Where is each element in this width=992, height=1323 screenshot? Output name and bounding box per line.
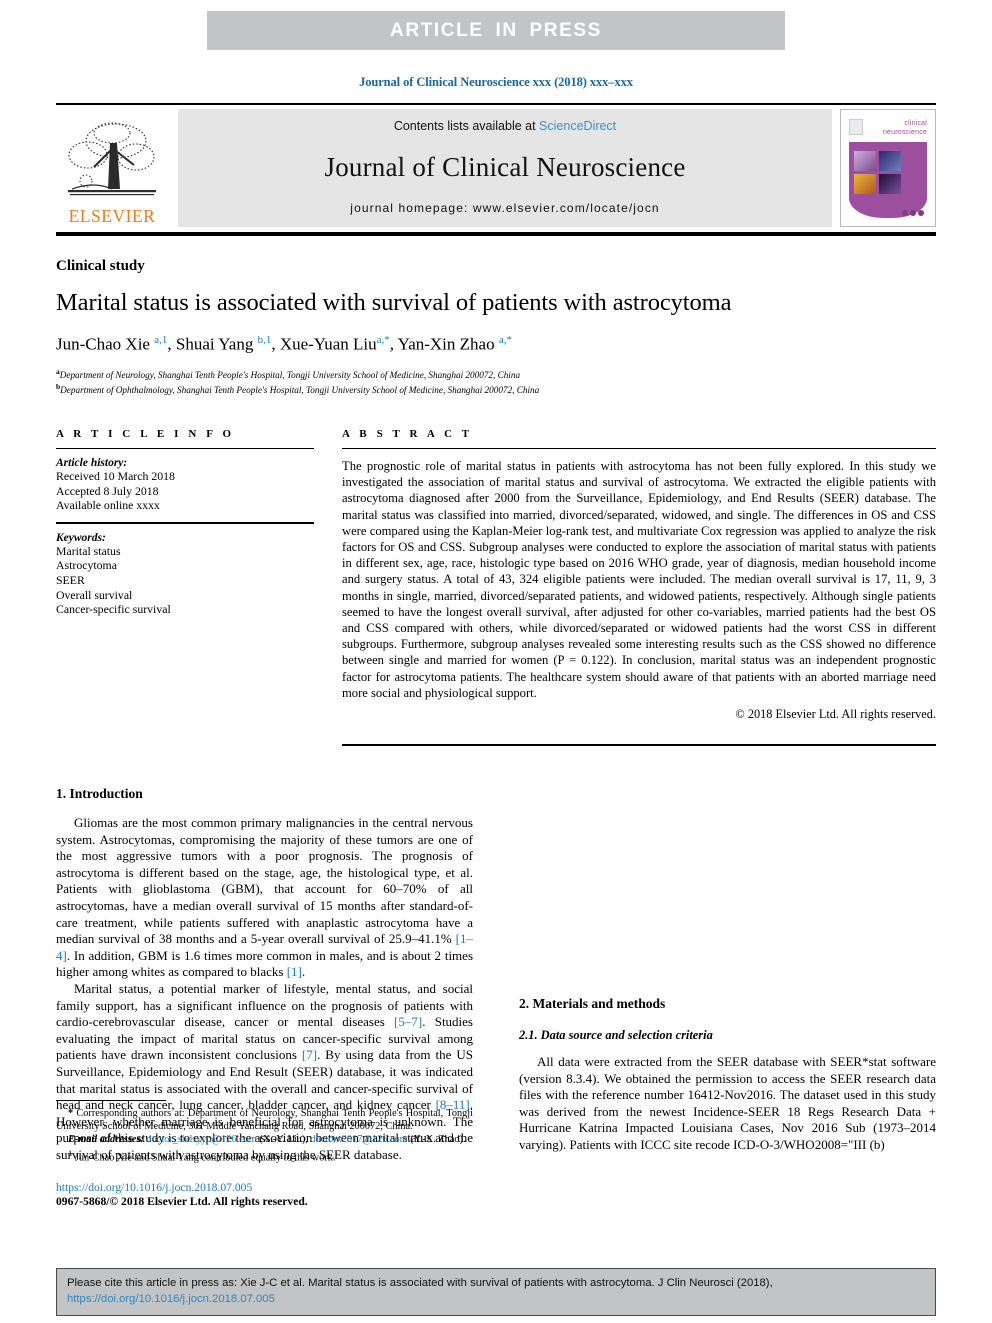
sciencedirect-link[interactable]: ScienceDirect bbox=[539, 119, 616, 133]
citation-notice-box: Please cite this article in press as: Xi… bbox=[56, 1268, 936, 1316]
article-history-label: Article history: bbox=[56, 457, 128, 469]
citation-notice-text: Please cite this article in press as: Xi… bbox=[67, 1276, 925, 1307]
journal-title: Journal of Clinical Neuroscience bbox=[324, 151, 686, 182]
section-heading-materials: 2. Materials and methods bbox=[519, 996, 666, 1011]
footnote-corresponding-authors: * Corresponding authors at: Department o… bbox=[56, 1108, 473, 1133]
abstract-rule-top bbox=[342, 448, 936, 449]
issn-copyright-line: 0967-5868/© 2018 Elsevier Ltd. All right… bbox=[56, 1195, 308, 1209]
cover-cell-1 bbox=[854, 151, 876, 171]
article-in-press-label: ARTICLE IN PRESS bbox=[390, 19, 602, 41]
contents-available-line: Contents lists available at ScienceDirec… bbox=[394, 119, 616, 133]
article-accepted-date: Accepted 8 July 2018 bbox=[56, 483, 159, 498]
masthead-center-panel: Contents lists available at ScienceDirec… bbox=[178, 109, 832, 227]
footnote-separator-rule bbox=[56, 1100, 166, 1101]
cover-title-text: clinical neuroscience bbox=[883, 120, 927, 137]
affiliation-b: bDepartment of Ophthalmology, Shanghai T… bbox=[56, 381, 936, 397]
article-info-heading: A R T I C L E I N F O bbox=[56, 428, 235, 440]
footnote-equal-contribution: 1 Jun-Chao Xie and Shuai Yang contribute… bbox=[68, 1147, 336, 1164]
abstract-rule-bottom bbox=[342, 744, 936, 747]
article-type-label: Clinical study bbox=[56, 258, 145, 274]
affiliation-b-text: Department of Ophthalmology, Shanghai Te… bbox=[60, 385, 540, 396]
doi-link[interactable]: https://doi.org/10.1016/j.jocn.2018.07.0… bbox=[56, 1181, 473, 1194]
journal-cover-thumbnail: clinical neuroscience bbox=[840, 109, 936, 227]
cover-title-line2: neuroscience bbox=[882, 128, 927, 136]
keyword-item: SEER bbox=[56, 572, 85, 587]
journal-masthead: ELSEVIER Contents lists available at Sci… bbox=[56, 103, 936, 236]
article-info-column: A R T I C L E I N F O Article history: R… bbox=[56, 428, 314, 746]
article-info-rule-mid bbox=[56, 521, 314, 524]
affiliation-a: aDepartment of Neurology, Shanghai Tenth… bbox=[56, 366, 936, 382]
keyword-item: Astrocytoma bbox=[56, 558, 117, 573]
elsevier-wordmark: ELSEVIER bbox=[68, 206, 156, 226]
footnote-email-addresses: E-mail addresses: doctor_shdsyyn@126.com… bbox=[68, 1134, 466, 1146]
info-and-abstract-region: A R T I C L E I N F O Article history: R… bbox=[56, 428, 936, 747]
contents-prefix: Contents lists available at bbox=[393, 119, 540, 133]
cover-image-grid bbox=[854, 151, 901, 194]
journal-homepage-line[interactable]: journal homepage: www.elsevier.com/locat… bbox=[350, 201, 659, 215]
citation-prefix: Please cite this article in press as: Xi… bbox=[67, 1277, 773, 1289]
cover-cell-4 bbox=[879, 174, 901, 194]
elsevier-tree-icon bbox=[68, 122, 156, 196]
affiliations-block: aDepartment of Neurology, Shanghai Tenth… bbox=[56, 366, 936, 397]
abstract-heading: A B S T R A C T bbox=[342, 428, 473, 440]
affiliation-a-text: Department of Neurology, Shanghai Tenth … bbox=[59, 369, 521, 380]
keyword-item: Marital status bbox=[56, 543, 121, 558]
masthead-bottom-rule bbox=[56, 232, 936, 236]
section-heading-introduction: 1. Introduction bbox=[56, 786, 143, 801]
subsection-heading-data-source: 2.1. Data source and selection criteria bbox=[519, 1028, 713, 1042]
article-in-press-banner: ARTICLE IN PRESS bbox=[207, 11, 785, 50]
cover-dot-2 bbox=[910, 210, 916, 216]
abstract-column: A B S T R A C T The prognostic role of m… bbox=[342, 428, 936, 747]
masthead-top-rule bbox=[56, 103, 936, 105]
cover-title-line1: clinical bbox=[904, 120, 927, 127]
keyword-item: Cancer-specific survival bbox=[56, 602, 171, 617]
cover-elsevier-mark-icon bbox=[849, 119, 863, 135]
keyword-item: Overall survival bbox=[56, 587, 133, 602]
cover-dot-3 bbox=[918, 210, 924, 216]
paragraph-intro-1: Gliomas are the most common primary mali… bbox=[56, 815, 473, 980]
cover-dot-1 bbox=[902, 210, 908, 216]
paragraph-methods-1: All data were extracted from the SEER da… bbox=[519, 1054, 936, 1152]
elsevier-logo: ELSEVIER bbox=[56, 109, 168, 227]
article-info-rule-top bbox=[56, 448, 314, 449]
article-received-date: Received 10 March 2018 bbox=[56, 469, 175, 483]
author-list: Jun-Chao Xie a,1, Shuai Yang b,1, Xue-Yu… bbox=[56, 334, 512, 354]
journal-running-head: Journal of Clinical Neuroscience xxx (20… bbox=[359, 75, 633, 89]
page-title: Marital status is associated with surviv… bbox=[56, 289, 732, 316]
doi-block: https://doi.org/10.1016/j.jocn.2018.07.0… bbox=[56, 1181, 473, 1208]
footnotes-block: * Corresponding authors at: Department o… bbox=[56, 1100, 473, 1208]
cover-dots-icon bbox=[902, 210, 924, 216]
body-column-right: 2. Materials and methods 2.1. Data sourc… bbox=[519, 786, 936, 1163]
abstract-copyright: © 2018 Elsevier Ltd. All rights reserved… bbox=[735, 707, 936, 722]
article-available-online: Available online xxxx bbox=[56, 498, 160, 513]
cover-cell-2 bbox=[879, 151, 901, 171]
citation-doi-link[interactable]: https://doi.org/10.1016/j.jocn.2018.07.0… bbox=[67, 1293, 275, 1305]
keywords-label: Keywords: bbox=[56, 531, 106, 544]
title-block: Clinical study Marital status is associa… bbox=[56, 258, 936, 397]
abstract-text: The prognostic role of marital status in… bbox=[342, 459, 936, 700]
cover-cell-3 bbox=[854, 174, 876, 194]
